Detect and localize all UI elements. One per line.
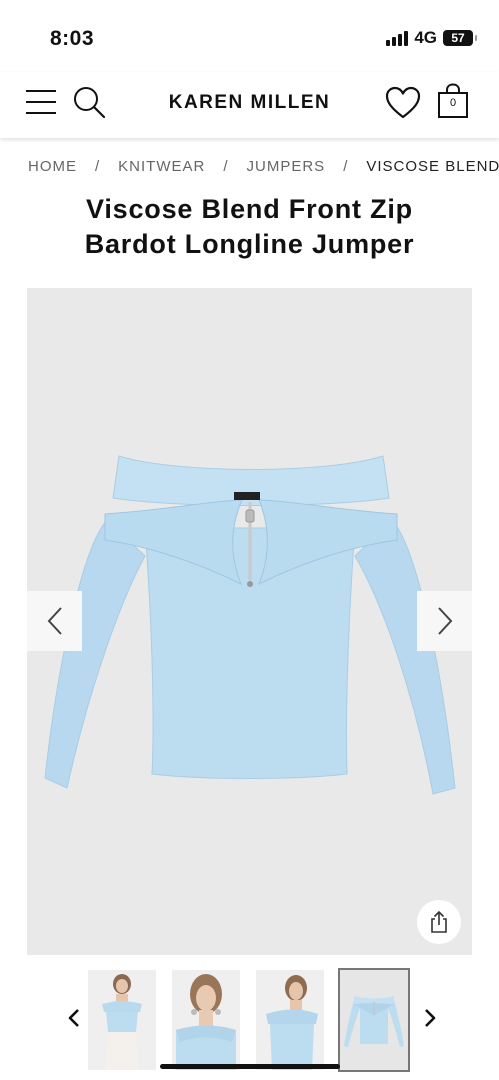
bag-icon[interactable]: 0 bbox=[437, 83, 469, 119]
thumbnail-1[interactable] bbox=[88, 970, 156, 1070]
product-title-line2: Bardot Longline Jumper bbox=[84, 229, 415, 259]
status-indicators: 4G 57 bbox=[386, 28, 477, 48]
product-title: Viscose Blend Front Zip Bardot Longline … bbox=[0, 192, 499, 262]
product-image-gallery[interactable] bbox=[27, 288, 472, 955]
site-header: KAREN MILLEN 0 bbox=[0, 72, 499, 138]
signal-icon bbox=[386, 30, 409, 46]
battery-icon: 57 bbox=[443, 30, 477, 46]
share-button[interactable] bbox=[417, 900, 461, 944]
thumbnail-2[interactable] bbox=[172, 970, 240, 1070]
bag-count: 0 bbox=[449, 97, 457, 109]
thumbnail-image bbox=[340, 970, 408, 1070]
menu-icon[interactable] bbox=[26, 87, 56, 117]
breadcrumb-home[interactable]: HOME bbox=[28, 158, 77, 175]
breadcrumb: HOME/KNITWEAR/JUMPERS/VISCOSE BLEND FRON… bbox=[28, 158, 499, 175]
battery-level: 57 bbox=[451, 31, 465, 45]
network-label: 4G bbox=[414, 28, 437, 47]
thumbnail-image bbox=[172, 970, 240, 1070]
chevron-left-icon bbox=[47, 607, 62, 635]
share-icon bbox=[431, 910, 447, 933]
status-time: 8:03 bbox=[50, 27, 95, 50]
thumbnail-4[interactable] bbox=[338, 968, 410, 1072]
thumbnail-prev-button[interactable] bbox=[62, 1006, 86, 1030]
breadcrumb-current: VISCOSE BLEND FRONT ZIP BARDOT LONGLINE … bbox=[366, 158, 499, 175]
status-bar: 8:03 4G 57 bbox=[0, 0, 499, 72]
prev-image-button[interactable] bbox=[27, 591, 82, 651]
thumbnail-image bbox=[88, 970, 156, 1070]
heart-icon[interactable] bbox=[385, 86, 421, 120]
thumbnail-next-button[interactable] bbox=[418, 1006, 442, 1030]
product-image bbox=[44, 455, 456, 795]
breadcrumb-jumpers[interactable]: JUMPERS bbox=[247, 158, 326, 175]
thumbnail-strip bbox=[0, 968, 499, 1072]
product-title-line1: Viscose Blend Front Zip bbox=[86, 194, 413, 224]
home-indicator[interactable] bbox=[160, 1064, 340, 1069]
thumbnail-3[interactable] bbox=[256, 970, 324, 1070]
search-icon[interactable] bbox=[72, 85, 106, 119]
next-image-button[interactable] bbox=[417, 591, 472, 651]
thumbnail-image bbox=[256, 970, 324, 1070]
breadcrumb-knitwear[interactable]: KNITWEAR bbox=[118, 158, 205, 175]
chevron-left-icon bbox=[68, 1009, 79, 1027]
chevron-right-icon bbox=[425, 1009, 436, 1027]
chevron-right-icon bbox=[437, 607, 452, 635]
